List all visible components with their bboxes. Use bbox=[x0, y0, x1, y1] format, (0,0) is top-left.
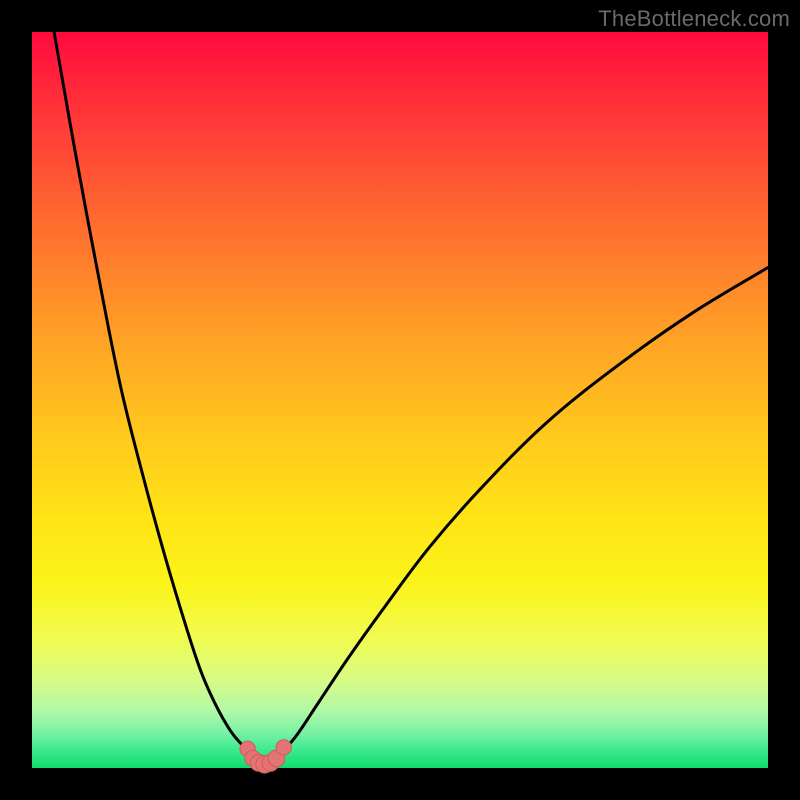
plot-area bbox=[32, 32, 768, 768]
trough-marker bbox=[276, 740, 291, 755]
trough-marker-group bbox=[240, 740, 291, 773]
curve-left-branch bbox=[54, 32, 249, 752]
bottleneck-curve bbox=[32, 32, 768, 768]
chart-frame: TheBottleneck.com bbox=[0, 0, 800, 800]
watermark-text: TheBottleneck.com bbox=[598, 6, 790, 32]
curve-right-branch bbox=[282, 268, 768, 752]
